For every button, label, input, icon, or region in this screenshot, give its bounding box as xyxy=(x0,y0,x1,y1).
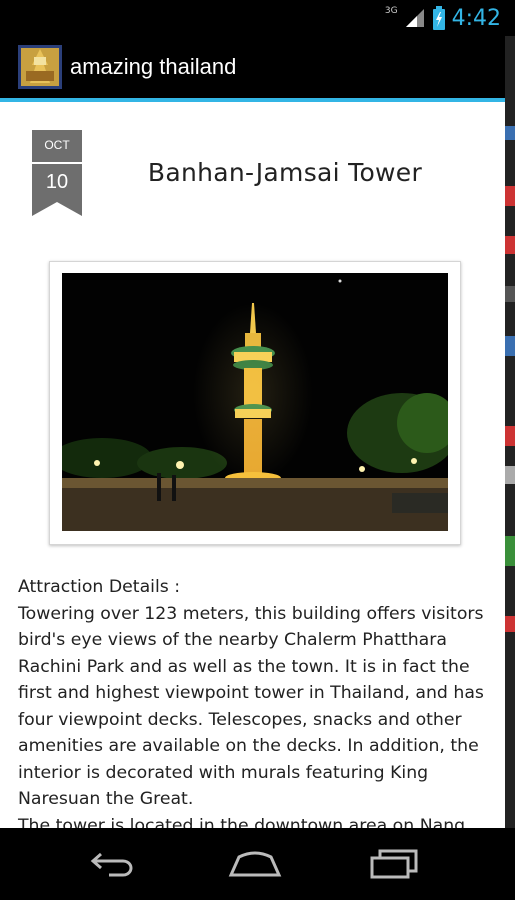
home-button[interactable] xyxy=(225,842,285,886)
details-text-continued: The tower is located in the downtown are… xyxy=(18,815,466,829)
date-day: 10 xyxy=(45,171,69,193)
back-button[interactable] xyxy=(83,842,143,886)
recent-apps-icon xyxy=(370,849,418,879)
attraction-title: Banhan-Jamsai Tower xyxy=(147,158,423,187)
date-badge: OCT 10 xyxy=(32,130,82,216)
photo-frame xyxy=(49,261,461,545)
navigation-bar xyxy=(0,828,515,900)
app-logo-icon[interactable] xyxy=(18,45,62,89)
signal-icon xyxy=(405,9,424,27)
back-icon xyxy=(90,852,133,877)
details-text: Towering over 123 meters, this building … xyxy=(18,603,484,810)
details-heading: Attraction Details : xyxy=(18,577,181,597)
status-icons: 3G 4:42 xyxy=(385,4,501,32)
attraction-details: Attraction Details : Towering over 123 m… xyxy=(18,574,496,828)
app-title: amazing thailand xyxy=(70,54,237,79)
content-area: OCT 10 Banhan-Jamsai Tower Attraction De… xyxy=(0,102,505,828)
right-edge-strip xyxy=(505,36,515,828)
battery-icon xyxy=(432,6,445,30)
recent-apps-button[interactable] xyxy=(364,842,424,886)
tower-night-photo[interactable] xyxy=(62,273,448,531)
clock: 4:42 xyxy=(451,5,501,31)
home-icon xyxy=(228,851,282,877)
action-bar: amazing thailand xyxy=(0,36,505,102)
network-type: 3G xyxy=(384,6,398,16)
date-month: OCT xyxy=(44,138,70,152)
status-bar: 3G 4:42 xyxy=(0,0,515,36)
